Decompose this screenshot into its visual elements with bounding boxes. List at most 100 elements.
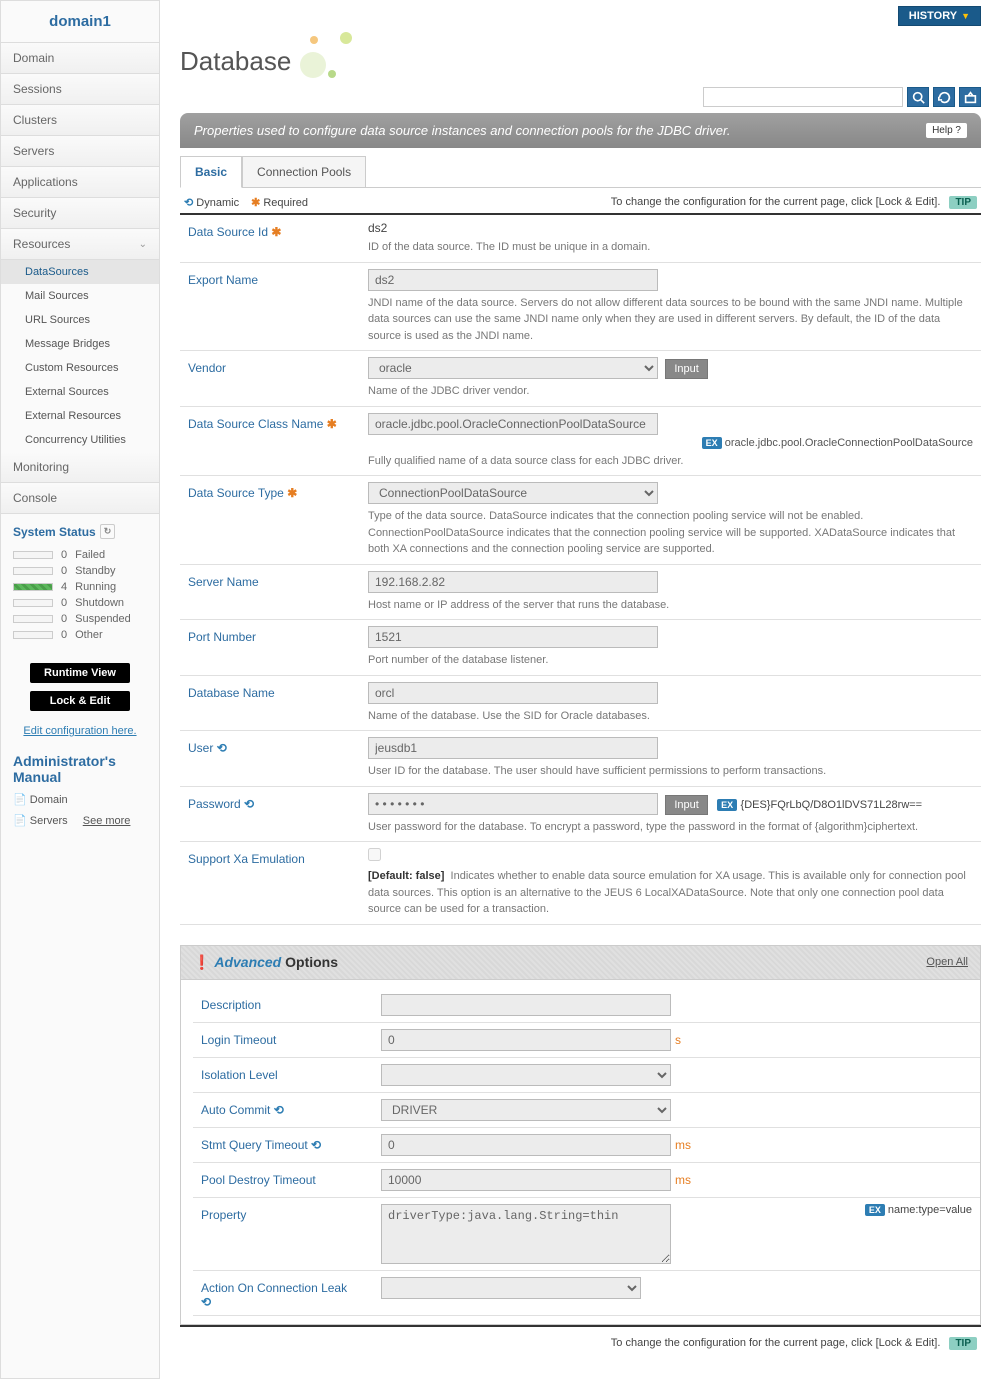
- required-label: Required: [263, 197, 308, 209]
- sub-external-sources[interactable]: External Sources: [1, 380, 159, 404]
- label-db-name: Database Name: [180, 675, 360, 731]
- tip-badge: TIP: [949, 1337, 977, 1350]
- runtime-view-button[interactable]: Runtime View: [30, 663, 130, 683]
- desc-user: User ID for the database. The user shoul…: [368, 763, 973, 780]
- tip-badge: TIP: [949, 196, 977, 209]
- dynamic-icon: ⟲: [217, 741, 227, 755]
- search-input[interactable]: [703, 87, 903, 107]
- help-button[interactable]: Help ?: [926, 123, 967, 138]
- dynamic-label: Dynamic: [196, 197, 239, 209]
- history-button[interactable]: HISTORY ▼: [898, 6, 981, 26]
- nav-domain[interactable]: Domain: [1, 43, 159, 74]
- nav-applications[interactable]: Applications: [1, 167, 159, 198]
- ex-class-name: oracle.jdbc.pool.OracleConnectionPoolDat…: [725, 437, 973, 449]
- input-class-name[interactable]: [368, 413, 658, 435]
- password-input-button[interactable]: Input: [665, 795, 707, 815]
- sub-datasources[interactable]: DataSources: [1, 260, 159, 284]
- input-password[interactable]: [368, 793, 658, 815]
- advanced-title-part1: Advanced: [214, 954, 281, 970]
- search-icon[interactable]: [907, 87, 929, 107]
- sub-concurrency[interactable]: Concurrency Utilities: [1, 428, 159, 452]
- manual-servers[interactable]: 📄 Servers See more: [1, 810, 159, 831]
- tab-basic[interactable]: Basic: [180, 156, 242, 188]
- description-bar: Properties used to configure data source…: [180, 113, 981, 148]
- label-export-name: Export Name: [180, 262, 360, 351]
- required-icon: ✱: [327, 417, 337, 431]
- select-isolation[interactable]: [381, 1064, 671, 1086]
- label-port: Port Number: [180, 620, 360, 676]
- admin-manual-title: Administrator's Manual: [1, 743, 159, 789]
- tab-connection-pools[interactable]: Connection Pools: [242, 156, 366, 187]
- nav-servers[interactable]: Servers: [1, 136, 159, 167]
- nav-security[interactable]: Security: [1, 198, 159, 229]
- status-standby-label: Standby: [75, 565, 115, 577]
- label-data-source-id: Data Source Id: [188, 225, 268, 239]
- label-pool-destroy: Pool Destroy Timeout: [193, 1162, 373, 1197]
- advanced-header[interactable]: ❗ Advanced Options Open All: [180, 945, 981, 980]
- input-pool-destroy[interactable]: [381, 1169, 671, 1191]
- desc-server-name: Host name or IP address of the server th…: [368, 597, 973, 614]
- refresh-icon[interactable]: ↻: [100, 524, 116, 539]
- input-export-name[interactable]: [368, 269, 658, 291]
- chevron-down-icon: ⌄: [139, 239, 147, 250]
- status-shutdown-label: Shutdown: [75, 597, 124, 609]
- resources-submenu: DataSources Mail Sources URL Sources Mes…: [1, 260, 159, 452]
- ex-password: {DES}FQrLbQ/D8O1lDVS71L28rw==: [741, 799, 923, 811]
- label-xa-emulation: Support Xa Emulation: [180, 842, 360, 925]
- deco-icon: [340, 32, 352, 44]
- deco-icon: [328, 70, 336, 78]
- input-db-name[interactable]: [368, 682, 658, 704]
- sub-custom-resources[interactable]: Custom Resources: [1, 356, 159, 380]
- status-running-count: 4: [61, 581, 67, 593]
- checkbox-xa-emulation[interactable]: [368, 848, 381, 861]
- status-other-label: Other: [75, 629, 103, 641]
- export-icon[interactable]: [959, 87, 981, 107]
- select-vendor[interactable]: oracle: [368, 357, 658, 379]
- reload-icon[interactable]: [933, 87, 955, 107]
- label-vendor: Vendor: [180, 351, 360, 407]
- input-stmt-timeout[interactable]: [381, 1134, 671, 1156]
- select-auto-commit[interactable]: DRIVER: [381, 1099, 671, 1121]
- nav-console[interactable]: Console: [1, 483, 159, 514]
- tabs: Basic Connection Pools: [180, 156, 981, 188]
- input-port[interactable]: [368, 626, 658, 648]
- page-title: Database: [180, 32, 981, 87]
- input-login-timeout[interactable]: [381, 1029, 671, 1051]
- select-ds-type[interactable]: ConnectionPoolDataSource: [368, 482, 658, 504]
- input-adv-description[interactable]: [381, 994, 671, 1016]
- sub-mail-sources[interactable]: Mail Sources: [1, 284, 159, 308]
- desc-data-source-id: ID of the data source. The ID must be un…: [368, 239, 973, 256]
- status-other-count: 0: [61, 629, 67, 641]
- see-more-link[interactable]: See more: [83, 815, 131, 827]
- sub-message-bridges[interactable]: Message Bridges: [1, 332, 159, 356]
- label-server-name: Server Name: [180, 564, 360, 620]
- nav-monitoring[interactable]: Monitoring: [1, 452, 159, 483]
- status-running-label: Running: [75, 581, 116, 593]
- textarea-property[interactable]: driverType:java.lang.String=thin: [381, 1204, 671, 1264]
- nav-resources[interactable]: Resources ⌄: [1, 229, 159, 260]
- label-stmt-timeout: Stmt Query Timeout: [201, 1138, 308, 1152]
- select-action-leak[interactable]: [381, 1277, 641, 1299]
- open-all-link[interactable]: Open All: [926, 956, 968, 968]
- sub-url-sources[interactable]: URL Sources: [1, 308, 159, 332]
- unit-login-timeout: s: [675, 1033, 681, 1047]
- ex-badge: EX: [865, 1204, 885, 1216]
- lock-edit-button[interactable]: Lock & Edit: [30, 691, 130, 711]
- required-icon: ✱: [287, 486, 297, 500]
- manual-domain[interactable]: 📄 Domain: [1, 789, 159, 810]
- input-server-name[interactable]: [368, 571, 658, 593]
- nav-clusters[interactable]: Clusters: [1, 105, 159, 136]
- nav-sessions[interactable]: Sessions: [1, 74, 159, 105]
- desc-export-name: JNDI name of the data source. Servers do…: [368, 295, 973, 345]
- label-login-timeout: Login Timeout: [193, 1022, 373, 1057]
- sub-external-resources[interactable]: External Resources: [1, 404, 159, 428]
- input-user[interactable]: [368, 737, 658, 759]
- vendor-input-button[interactable]: Input: [665, 359, 707, 379]
- desc-xa: Indicates whether to enable data source …: [368, 870, 966, 915]
- edit-config-link[interactable]: Edit configuration here.: [1, 719, 159, 743]
- status-suspended-count: 0: [61, 613, 67, 625]
- desc-db-name: Name of the database. Use the SID for Or…: [368, 708, 973, 725]
- dynamic-icon: ⟲: [201, 1295, 211, 1309]
- label-ds-type: Data Source Type: [188, 486, 284, 500]
- default-xa: [Default: false]: [368, 870, 444, 882]
